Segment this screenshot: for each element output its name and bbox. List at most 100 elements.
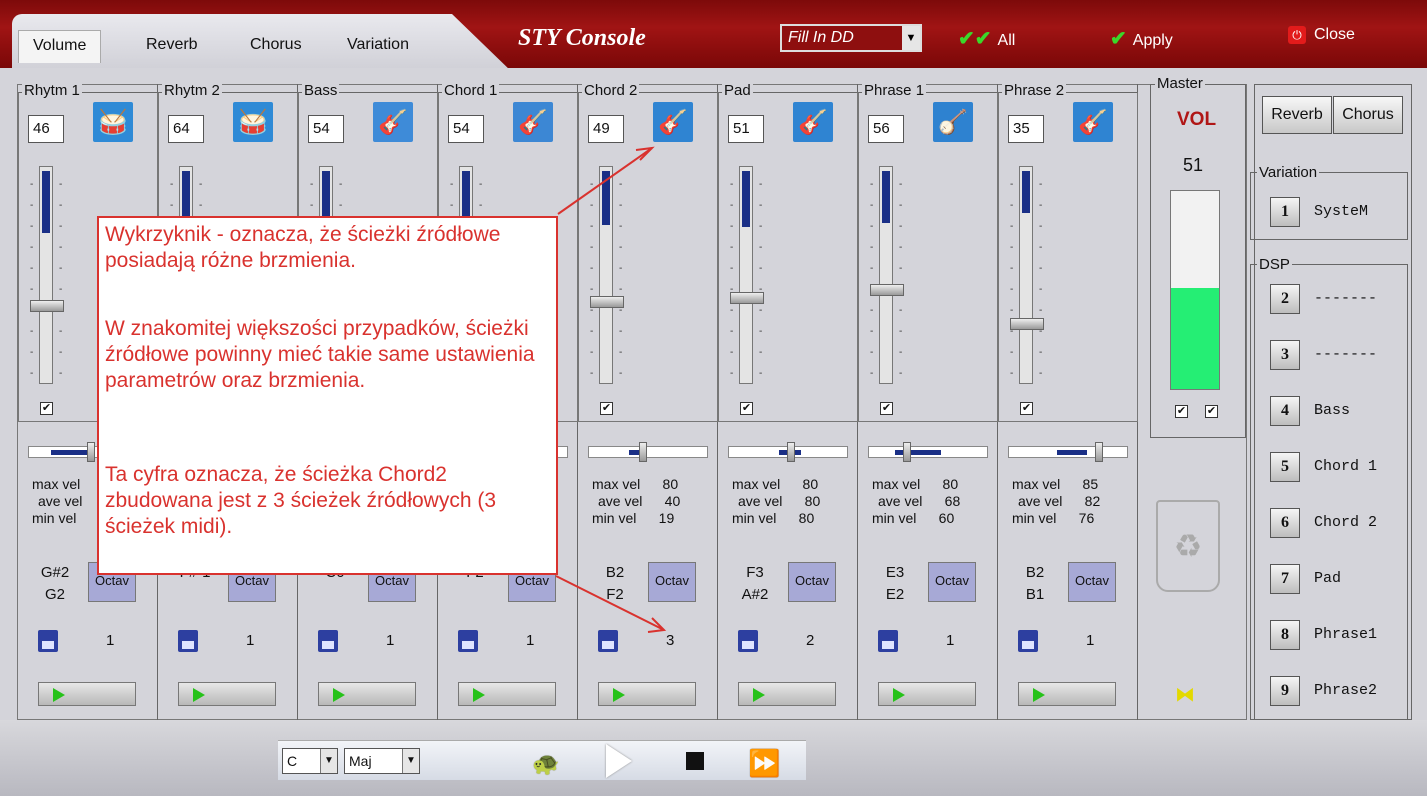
- channel-play-button[interactable]: [738, 682, 836, 706]
- channel-checkbox[interactable]: ✔: [1020, 402, 1033, 415]
- save-icon[interactable]: [878, 630, 898, 652]
- electric-guitar-icon[interactable]: 🎸: [793, 102, 833, 142]
- fill-select[interactable]: Fill In DD ▼: [780, 24, 922, 52]
- fader-knob[interactable]: [590, 296, 624, 308]
- channel-play-button[interactable]: [458, 682, 556, 706]
- dsp-slot-button[interactable]: 8: [1270, 620, 1300, 650]
- channel-play-button[interactable]: [598, 682, 696, 706]
- save-icon[interactable]: [738, 630, 758, 652]
- save-icon[interactable]: [178, 630, 198, 652]
- pan-slider[interactable]: [868, 442, 988, 462]
- reverb-button[interactable]: Reverb: [1262, 96, 1332, 134]
- min-vel-label: min vel: [1012, 510, 1057, 526]
- fill-select-value: Fill In DD: [788, 29, 854, 46]
- fader-knob[interactable]: [30, 300, 64, 312]
- octave-button[interactable]: Octav: [1068, 562, 1116, 602]
- chevron-down-icon[interactable]: ▼: [402, 749, 419, 773]
- volume-fader[interactable]: [599, 166, 613, 384]
- channel-checkbox[interactable]: ✔: [40, 402, 53, 415]
- octave-button[interactable]: Octav: [788, 562, 836, 602]
- pan-slider[interactable]: [1008, 442, 1128, 462]
- save-icon[interactable]: [458, 630, 478, 652]
- channel-checkbox[interactable]: ✔: [600, 402, 613, 415]
- source-track-count: 3: [666, 632, 675, 649]
- drum-kit-icon[interactable]: 🥁: [93, 102, 133, 142]
- chorus-button[interactable]: Chorus: [1333, 96, 1403, 134]
- play-icon[interactable]: [606, 744, 632, 778]
- volume-fader[interactable]: [1019, 166, 1033, 384]
- bass-guitar-icon[interactable]: 🎸: [373, 102, 413, 142]
- tab-chorus[interactable]: Chorus: [250, 36, 302, 54]
- electric-guitar-icon[interactable]: 🎸: [1073, 102, 1113, 142]
- octave-button[interactable]: Octav: [648, 562, 696, 602]
- channel-volume-field[interactable]: 54: [308, 115, 344, 143]
- variation-slot-button[interactable]: 1: [1270, 197, 1300, 227]
- pan-knob[interactable]: [639, 442, 647, 462]
- bow-tie-icon[interactable]: ⧓: [1175, 682, 1195, 707]
- scale-select[interactable]: Maj ▼: [344, 748, 420, 774]
- drum-kit-icon[interactable]: 🥁: [233, 102, 273, 142]
- channel-play-button[interactable]: [38, 682, 136, 706]
- dsp-slot-button[interactable]: 6: [1270, 508, 1300, 538]
- note-low: E2: [885, 586, 905, 603]
- dsp-slot-button[interactable]: 4: [1270, 396, 1300, 426]
- fader-knob[interactable]: [730, 292, 764, 304]
- master-section: Master VOL 51 ✔ ✔: [1150, 75, 1246, 438]
- channel-volume-field[interactable]: 35: [1008, 115, 1044, 143]
- close-button[interactable]: ⏻ Close: [1288, 26, 1355, 44]
- tab-variation[interactable]: Variation: [347, 36, 409, 54]
- channel-play-button[interactable]: [178, 682, 276, 706]
- fader-knob[interactable]: [1010, 318, 1044, 330]
- save-icon[interactable]: [1018, 630, 1038, 652]
- volume-fader[interactable]: [39, 166, 53, 384]
- octave-button[interactable]: Octav: [928, 562, 976, 602]
- channel-volume-field[interactable]: 46: [28, 115, 64, 143]
- save-icon[interactable]: [38, 630, 58, 652]
- tab-volume[interactable]: Volume: [18, 30, 102, 63]
- electric-guitar-icon[interactable]: 🎸: [653, 102, 693, 142]
- fast-forward-icon[interactable]: ⏩: [748, 748, 780, 779]
- channel-volume-field[interactable]: 51: [728, 115, 764, 143]
- pan-knob[interactable]: [1095, 442, 1103, 462]
- pan-knob[interactable]: [903, 442, 911, 462]
- play-icon: [333, 688, 345, 702]
- dsp-slot-button[interactable]: 5: [1270, 452, 1300, 482]
- dsp-slot-button[interactable]: 3: [1270, 340, 1300, 370]
- tab-reverb[interactable]: Reverb: [146, 36, 198, 54]
- save-icon[interactable]: [598, 630, 618, 652]
- pan-slider[interactable]: [588, 442, 708, 462]
- master-level-meter[interactable]: [1170, 190, 1220, 390]
- channel-play-button[interactable]: [1018, 682, 1116, 706]
- banjo-icon[interactable]: 🪕: [933, 102, 973, 142]
- stop-icon[interactable]: [686, 752, 704, 770]
- dsp-slot-button[interactable]: 9: [1270, 676, 1300, 706]
- channel-volume-field[interactable]: 54: [448, 115, 484, 143]
- volume-fader[interactable]: [879, 166, 893, 384]
- channel-volume-field[interactable]: 64: [168, 115, 204, 143]
- pan-slider[interactable]: [728, 442, 848, 462]
- channel-play-button[interactable]: [318, 682, 416, 706]
- dsp-slot-button[interactable]: 7: [1270, 564, 1300, 594]
- pan-knob[interactable]: [87, 442, 95, 462]
- volume-fader[interactable]: [739, 166, 753, 384]
- apply-button[interactable]: ✔ Apply: [1110, 26, 1173, 51]
- channel-volume-field[interactable]: 56: [868, 115, 904, 143]
- note-high: E3: [885, 564, 905, 581]
- recycle-bin-icon[interactable]: ♻: [1156, 500, 1220, 592]
- all-button[interactable]: ✔✔ All: [958, 26, 1015, 51]
- fader-knob[interactable]: [870, 284, 904, 296]
- turtle-icon[interactable]: 🐢: [532, 751, 559, 777]
- save-icon[interactable]: [318, 630, 338, 652]
- chevron-down-icon[interactable]: ▼: [320, 749, 337, 773]
- chevron-down-icon[interactable]: ▼: [902, 26, 920, 50]
- channel-play-button[interactable]: [878, 682, 976, 706]
- channel-checkbox[interactable]: ✔: [740, 402, 753, 415]
- master-checkbox-2[interactable]: ✔: [1205, 405, 1218, 418]
- key-select[interactable]: C ▼: [282, 748, 338, 774]
- acoustic-guitar-icon[interactable]: 🎸: [513, 102, 553, 142]
- dsp-slot-button[interactable]: 2: [1270, 284, 1300, 314]
- channel-checkbox[interactable]: ✔: [880, 402, 893, 415]
- master-checkbox-1[interactable]: ✔: [1175, 405, 1188, 418]
- pan-knob[interactable]: [787, 442, 795, 462]
- channel-volume-field[interactable]: 49: [588, 115, 624, 143]
